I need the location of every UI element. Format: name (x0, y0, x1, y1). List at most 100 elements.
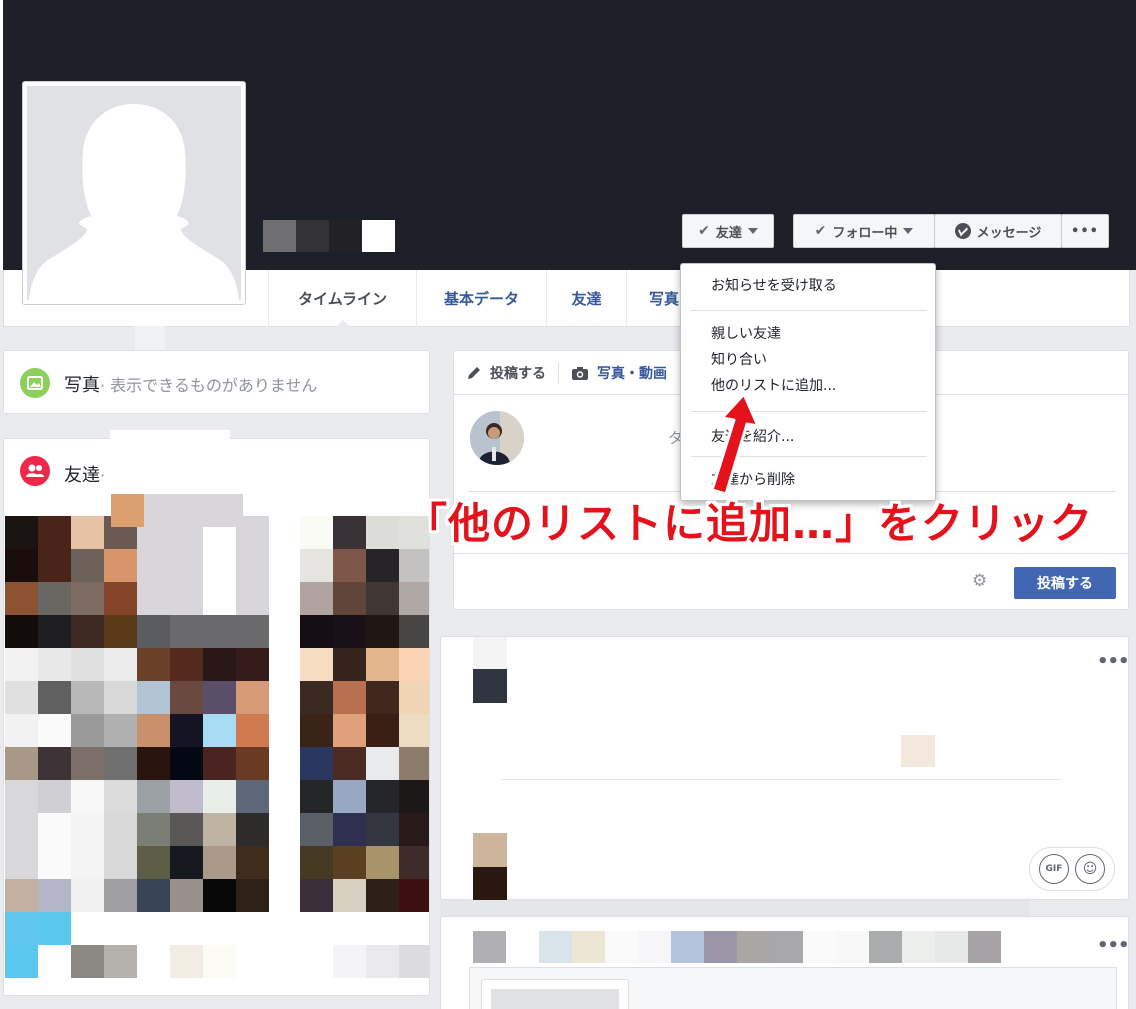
tab-friends[interactable]: 友達 (546, 270, 626, 327)
pixelated-block (803, 931, 836, 963)
tab-about[interactable]: 基本データ (416, 270, 546, 327)
pixelated-block (71, 714, 104, 747)
post-button-label: 投稿する (1037, 576, 1093, 592)
pixelated-block (104, 582, 137, 615)
friends-section-heading: 友達· (64, 461, 105, 487)
pixelated-block (399, 945, 429, 978)
composer-tab-post[interactable]: 投稿する (454, 363, 558, 383)
menu-item-acquaintances[interactable]: 知り合い (711, 349, 767, 369)
pixelated-block (869, 931, 902, 963)
pixelated-block (300, 714, 333, 747)
following-button[interactable]: ✔ フォロー中 (793, 214, 935, 248)
pixelated-block (236, 846, 269, 879)
following-button-label: フォロー中 (832, 225, 898, 241)
divider (501, 779, 1061, 780)
pixelated-block (104, 681, 137, 714)
gif-icon[interactable]: GIF (1039, 854, 1069, 884)
pixelated-block (170, 549, 203, 582)
composer-tab-photo[interactable]: 写真・動画 (559, 363, 679, 383)
pixelated-block (366, 780, 399, 813)
pixelated-block (366, 681, 399, 714)
pixelated-block (300, 945, 333, 978)
pixelated-block (366, 615, 399, 648)
pixelated-block (71, 681, 104, 714)
pixelated-block (38, 912, 71, 945)
post-options-icon[interactable]: ••• (1097, 651, 1130, 672)
pixelated-block (5, 912, 38, 945)
pixelated-block (104, 813, 137, 846)
check-icon: ✔ (698, 223, 710, 239)
photo-icon (20, 368, 50, 398)
pixelated-block (170, 747, 203, 780)
pixelated-block (110, 430, 230, 460)
avatar[interactable] (470, 411, 524, 465)
pixelated-block (333, 780, 366, 813)
pixelated-block (5, 714, 38, 747)
pixelated-block (366, 549, 399, 582)
pixelated-block (671, 931, 704, 963)
pixelated-block (399, 846, 429, 879)
sticker-icon[interactable]: ☺ (1075, 854, 1105, 884)
pixelated-block (236, 714, 269, 747)
pixelated-block (333, 648, 366, 681)
pixelated-block (104, 879, 137, 912)
profile-picture[interactable] (22, 81, 246, 305)
more-button[interactable]: ••• (1061, 214, 1109, 248)
pixelated-block (5, 780, 38, 813)
friends-button[interactable]: ✔ 友達 (682, 214, 774, 248)
pixelated-block (366, 846, 399, 879)
pixelated-block (473, 833, 507, 867)
pixelated-block (203, 549, 236, 582)
pixelated-block (38, 747, 71, 780)
tab-timeline[interactable]: タイムライン (268, 270, 416, 328)
divider (454, 553, 1128, 554)
pixelated-block (38, 879, 71, 912)
pixelated-block (366, 813, 399, 846)
pixelated-block (333, 813, 366, 846)
pixelated-block (71, 912, 104, 945)
pixelated-block (38, 615, 71, 648)
gear-icon[interactable]: ⚙ (972, 571, 987, 591)
pixelated-block (968, 931, 1001, 963)
pixelated-block (210, 494, 243, 527)
feed-post: ••• (440, 916, 1130, 1009)
pixelated-block (71, 516, 104, 549)
annotation-text: 「他のリストに追加…」をクリック (405, 499, 1094, 548)
post-options-icon[interactable]: ••• (1097, 935, 1130, 956)
photos-section-title[interactable]: 写真 (64, 375, 100, 396)
pixelated-block (5, 879, 38, 912)
pixelated-block (236, 780, 269, 813)
pixelated-block (137, 648, 170, 681)
post-button[interactable]: 投稿する (1014, 567, 1116, 599)
friends-section-title[interactable]: 友達 (64, 465, 100, 486)
pixelated-block (399, 714, 429, 747)
friends-section: 友達· (3, 438, 430, 996)
cover-edge (0, 0, 3, 270)
silhouette-icon (29, 104, 239, 300)
photos-section-heading: 写真· 表示できるものがありません (64, 371, 317, 397)
feed-post: ••• GIF ☺ (440, 636, 1130, 901)
pixelated-block (399, 549, 429, 582)
pixelated-block (506, 931, 539, 963)
composer-tab-photo-label: 写真・動画 (597, 365, 667, 382)
pixelated-block (71, 846, 104, 879)
profile-name-pixelated (263, 220, 395, 252)
pixelated-block (473, 931, 506, 963)
gif-icon-label: GIF (1045, 864, 1063, 874)
pixelated-block (38, 549, 71, 582)
pixelated-block (935, 931, 968, 963)
pixelated-block (170, 780, 203, 813)
pixelated-block (170, 912, 203, 945)
pixelated-block (902, 931, 935, 963)
menu-item-notifications[interactable]: お知らせを受け取る (711, 275, 837, 295)
message-button-label: メッセージ (976, 225, 1042, 241)
pixelated-block (5, 747, 38, 780)
message-button[interactable]: メッセージ (934, 214, 1062, 248)
pixelated-block (539, 931, 572, 963)
pixelated-block (300, 582, 333, 615)
pixelated-block (236, 615, 269, 648)
menu-item-close-friends[interactable]: 親しい友達 (711, 323, 781, 343)
pixelated-block (5, 648, 38, 681)
pixelated-block (203, 945, 236, 978)
friends-icon (20, 456, 50, 486)
